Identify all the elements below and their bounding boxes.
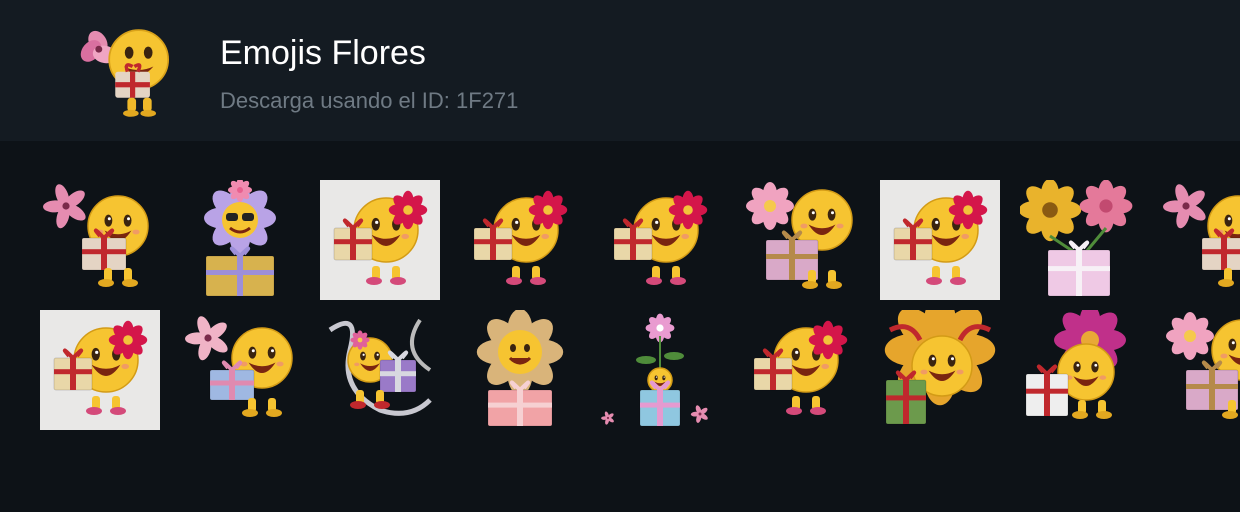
small-emoji-flower-gift-icon (601, 313, 708, 427)
pack-header: Emojis Flores Descarga usando el ID: 1F2… (0, 0, 1240, 141)
emoji-dahlia-gift-icon (1025, 310, 1126, 419)
emoji-sunglasses-lavender-flower-gift-icon (204, 180, 276, 297)
page-title: Emojis Flores (220, 34, 426, 72)
sticker-grid (40, 180, 1240, 430)
emoji-pink-flower-gift-icon (746, 182, 853, 289)
emoji-red-flower-gift-icon (753, 320, 848, 415)
sunflower-carnation-gift-icon (1020, 180, 1133, 297)
sticker-item[interactable] (880, 310, 1000, 430)
emoji-red-flower-gift-icon (333, 190, 428, 285)
sticker-item[interactable] (740, 180, 860, 300)
sticker-item[interactable] (180, 180, 300, 300)
sticker-item[interactable] (1020, 310, 1140, 430)
download-id-text: Descarga usando el ID: 1F271 (220, 88, 519, 113)
sticker-item[interactable] (460, 180, 580, 300)
fluffy-flower-emoji-gift-icon (476, 310, 564, 427)
sticker-item[interactable] (40, 310, 160, 430)
emoji-ribbons-gift-icon (328, 318, 432, 416)
emoji-red-flower-gift-icon (53, 320, 148, 415)
sticker-item[interactable] (320, 180, 440, 300)
emoji-pink-lily-gift-icon (1163, 184, 1240, 287)
emoji-lily-bouquet-gift-icon (185, 316, 293, 417)
sticker-item[interactable] (180, 310, 300, 430)
emoji-red-flower-gift-icon (473, 190, 568, 285)
emoji-sunflower-ribbon-gift-icon (884, 310, 996, 425)
sticker-item[interactable] (880, 180, 1000, 300)
pack-thumbnail-icon (78, 22, 182, 118)
emoji-pink-flower-gift-icon (1166, 312, 1240, 419)
sticker-item[interactable] (600, 180, 720, 300)
sticker-item[interactable] (600, 310, 720, 430)
sticker-item[interactable] (460, 310, 580, 430)
sticker-item[interactable] (40, 180, 160, 300)
sticker-item[interactable] (1160, 180, 1240, 300)
emoji-pink-lily-gift-icon (43, 184, 149, 287)
sticker-item[interactable] (740, 310, 860, 430)
sticker-item[interactable] (1160, 310, 1240, 430)
emoji-red-flower-gift-icon (893, 190, 988, 285)
sticker-item[interactable] (320, 310, 440, 430)
emoji-red-flower-gift-icon (613, 190, 708, 285)
sticker-item[interactable] (1020, 180, 1140, 300)
